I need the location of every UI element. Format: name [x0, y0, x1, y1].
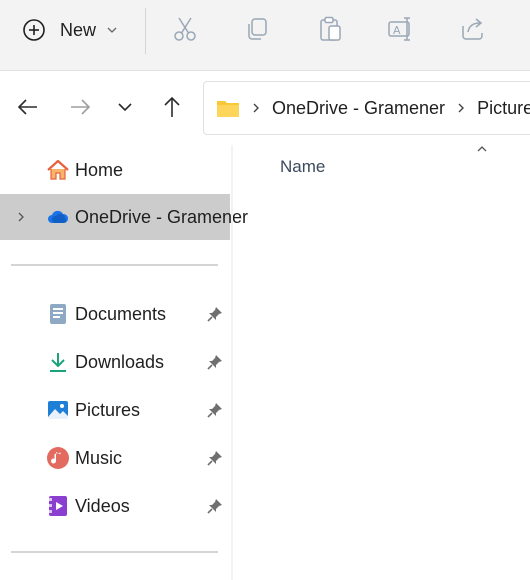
sidebar-item-downloads[interactable]: Downloads — [0, 339, 230, 385]
sidebar-item-videos[interactable]: Videos — [0, 483, 230, 529]
share-icon — [462, 18, 483, 40]
forward-button[interactable] — [66, 93, 94, 121]
up-button[interactable] — [158, 93, 186, 121]
command-bar: New A — [0, 0, 530, 71]
documents-icon — [45, 301, 71, 327]
address-bar[interactable]: OneDrive - Gramener Pictures — [203, 81, 530, 135]
back-button[interactable] — [14, 93, 42, 121]
videos-icon — [45, 493, 71, 519]
sidebar-item-label: Music — [75, 447, 123, 468]
rename-button[interactable]: A — [386, 14, 416, 44]
sidebar-item-label: Videos — [75, 495, 130, 516]
sidebar-divider — [11, 551, 218, 553]
breadcrumb-onedrive[interactable]: OneDrive - Gramener — [272, 98, 445, 119]
copy-button[interactable] — [242, 14, 272, 44]
toolbar-separator — [145, 8, 146, 54]
chevron-down-icon — [107, 27, 117, 33]
pane-splitter[interactable] — [231, 145, 233, 580]
pin-icon[interactable] — [206, 305, 224, 323]
chevron-right-icon[interactable] — [14, 210, 28, 224]
pin-icon[interactable] — [206, 401, 224, 419]
copy-icon — [248, 18, 267, 40]
back-arrow-icon — [17, 99, 37, 115]
sidebar-item-label: Documents — [75, 303, 167, 324]
downloads-icon — [45, 349, 71, 375]
paste-button[interactable] — [315, 14, 345, 44]
forward-arrow-icon — [71, 99, 91, 115]
sidebar-item-pictures[interactable]: Pictures — [0, 387, 230, 433]
navigation-pane: Home OneDrive - Gramener Documents Downl… — [0, 145, 248, 580]
pin-icon[interactable] — [206, 449, 224, 467]
sidebar-item-onedrive[interactable]: OneDrive - Gramener — [0, 194, 248, 240]
sidebar-item-label: Home — [75, 159, 124, 180]
new-button[interactable]: New — [22, 12, 132, 48]
music-icon — [45, 445, 71, 471]
navigation-bar: OneDrive - Gramener Pictures — [0, 71, 530, 145]
sidebar-item-label: Pictures — [75, 399, 141, 420]
chevron-right-icon — [458, 103, 465, 113]
share-button[interactable] — [458, 14, 488, 44]
breadcrumb-pictures[interactable]: Pictures — [477, 98, 530, 119]
cut-icon — [174, 17, 196, 41]
sort-ascending-icon — [477, 146, 487, 152]
folder-icon — [217, 101, 239, 117]
pictures-icon — [45, 397, 71, 423]
sidebar-item-label: OneDrive - Gramener — [75, 206, 249, 227]
home-icon — [45, 157, 71, 183]
sidebar-item-music[interactable]: Music — [0, 435, 230, 481]
paste-icon — [320, 16, 341, 41]
recent-locations-button[interactable] — [111, 93, 139, 121]
sidebar-divider — [11, 264, 218, 266]
pin-icon[interactable] — [206, 497, 224, 515]
sidebar-item-label: Downloads — [75, 351, 165, 372]
recent-dropdown-icon — [118, 103, 132, 112]
cut-button[interactable] — [170, 14, 200, 44]
chevron-right-icon — [253, 103, 259, 113]
sidebar-item-documents[interactable]: Documents — [0, 291, 230, 337]
new-button-label: New — [60, 19, 97, 40]
sidebar-item-home[interactable]: Home — [0, 147, 230, 193]
cloud-icon — [45, 204, 71, 230]
svg-text:A: A — [393, 24, 401, 37]
plus-circle-icon — [23, 19, 45, 41]
column-header-name[interactable]: Name — [280, 157, 325, 177]
rename-icon: A — [388, 17, 410, 41]
pin-icon[interactable] — [206, 353, 224, 371]
up-arrow-icon — [164, 96, 180, 117]
